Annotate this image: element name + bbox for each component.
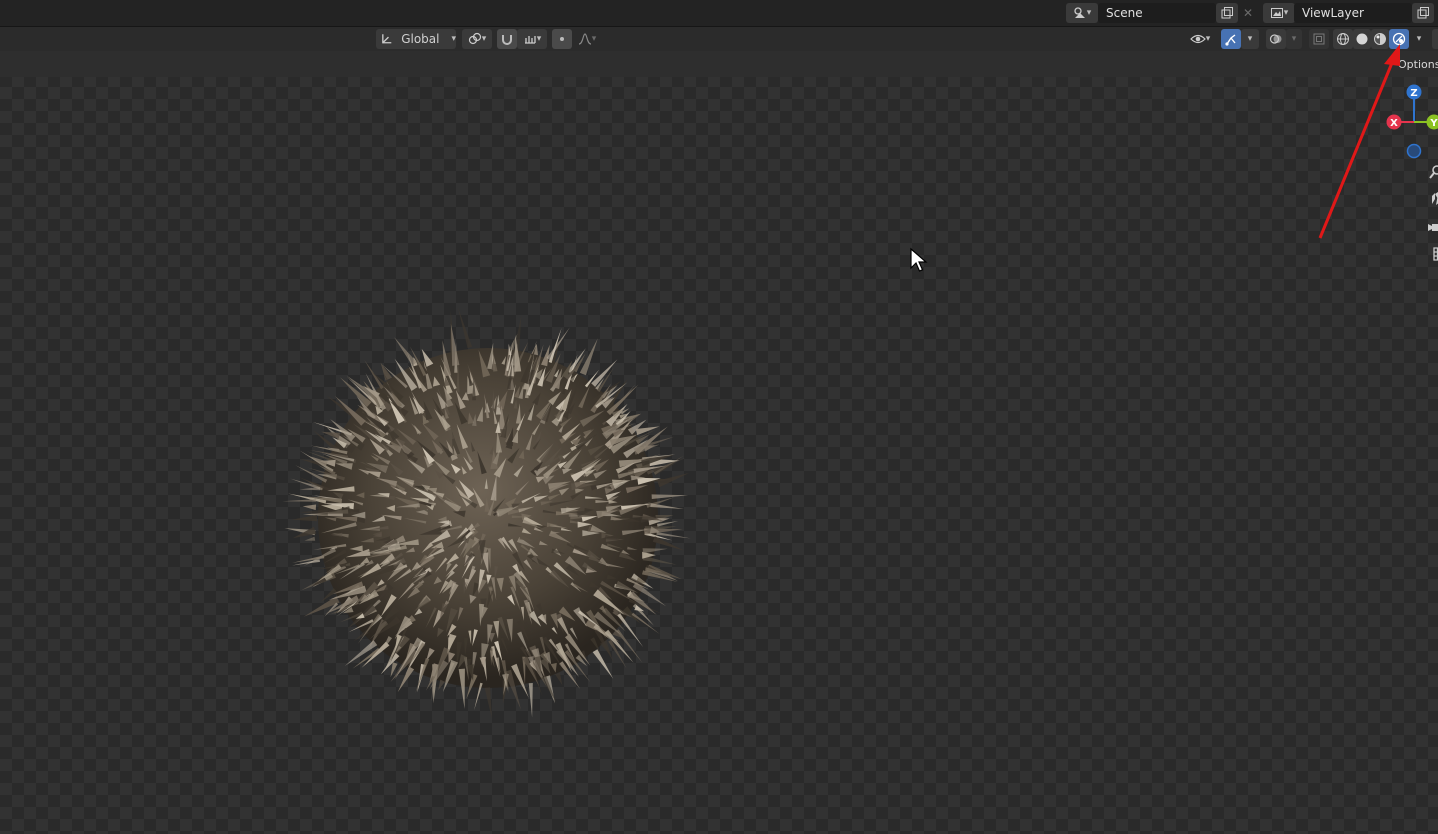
overlays-toggle[interactable] — [1266, 29, 1286, 49]
sidebar-toggle-button[interactable] — [1432, 29, 1438, 49]
scene-icon — [1074, 7, 1085, 18]
mouse-pointer-icon — [910, 247, 928, 272]
snap-target-dropdown[interactable]: ▾ — [517, 29, 547, 49]
gizmo-z-label: Z — [1410, 88, 1417, 99]
overlays-icon — [1269, 34, 1282, 44]
gizmo-icon — [1225, 34, 1236, 46]
orientation-icon — [382, 34, 392, 44]
chevron-down-icon: ▾ — [1247, 34, 1253, 44]
delete-scene-button[interactable]: ✕ — [1240, 3, 1256, 23]
scene-selector-button[interactable]: ▾ — [1066, 3, 1098, 23]
new-viewlayer-button[interactable] — [1412, 3, 1434, 23]
chevron-down-icon: ▾ — [1205, 34, 1211, 44]
chevron-down-icon: ▾ — [451, 34, 456, 44]
gizmo-y-axis[interactable]: Y — [1426, 114, 1438, 130]
transform-orientation-label: Global — [401, 32, 440, 46]
gizmo-dropdown[interactable]: ▾ — [1241, 29, 1259, 49]
magnet-icon — [502, 35, 512, 45]
overlays-dropdown[interactable]: ▾ — [1286, 29, 1302, 49]
snap-increment-icon — [524, 36, 536, 44]
copy-icon — [1417, 7, 1429, 19]
snap-toggle[interactable] — [497, 29, 517, 49]
viewlayer-icon — [1270, 8, 1283, 18]
camera-view-icon[interactable] — [1428, 218, 1438, 234]
pan-hand-icon[interactable] — [1428, 190, 1438, 206]
scene-name-field[interactable]: Scene — [1098, 3, 1216, 23]
scene-name-label: Scene — [1106, 6, 1143, 20]
transform-orientation-dropdown[interactable]: Global ▾ — [376, 29, 456, 49]
chevron-down-icon: ▾ — [1291, 34, 1297, 44]
spiky-sphere-object[interactable] — [250, 300, 730, 740]
chevron-down-icon: ▾ — [1086, 8, 1092, 18]
shading-options-dropdown[interactable]: ▾ — [1410, 29, 1428, 49]
chevron-down-icon: ▾ — [536, 34, 542, 44]
gizmo-y-label: Y — [1429, 118, 1438, 129]
falloff-curve-icon — [578, 33, 591, 45]
copy-icon — [1221, 7, 1233, 19]
top-bar: ▾ Scene ✕ ▾ ViewLayer — [0, 0, 1438, 27]
close-icon: ✕ — [1242, 6, 1254, 20]
chevron-down-icon: ▾ — [1416, 34, 1422, 44]
chevron-down-icon: ▾ — [481, 34, 487, 44]
proportional-editing-toggle[interactable] — [552, 29, 572, 49]
viewlayer-name-field[interactable]: ViewLayer — [1294, 3, 1412, 23]
pivot-icon — [468, 32, 481, 45]
object-visibility-dropdown[interactable]: ▾ — [1184, 29, 1216, 49]
viewport-tool-settings-strip — [0, 51, 1438, 77]
viewlayer-selector-button[interactable]: ▾ — [1263, 3, 1295, 23]
perspective-grid-icon[interactable] — [1428, 246, 1438, 262]
viewport-header: Global ▾ ▾ ▾ ▾ ▾ ▾ ▾ ▾ — [0, 27, 1438, 51]
viewlayer-name-label: ViewLayer — [1302, 6, 1364, 20]
gizmo-toggle[interactable] — [1221, 29, 1241, 49]
chevron-down-icon: ▾ — [1283, 8, 1289, 18]
zoom-icon[interactable] — [1428, 164, 1438, 180]
eye-icon — [1189, 34, 1206, 44]
new-scene-button[interactable] — [1216, 3, 1238, 23]
pivot-point-dropdown[interactable]: ▾ — [462, 29, 492, 49]
chevron-down-icon: ▾ — [591, 34, 597, 44]
proportional-falloff-dropdown[interactable]: ▾ — [572, 29, 602, 49]
annotation-arrow — [1318, 44, 1400, 239]
proportional-dot-icon — [560, 37, 564, 41]
